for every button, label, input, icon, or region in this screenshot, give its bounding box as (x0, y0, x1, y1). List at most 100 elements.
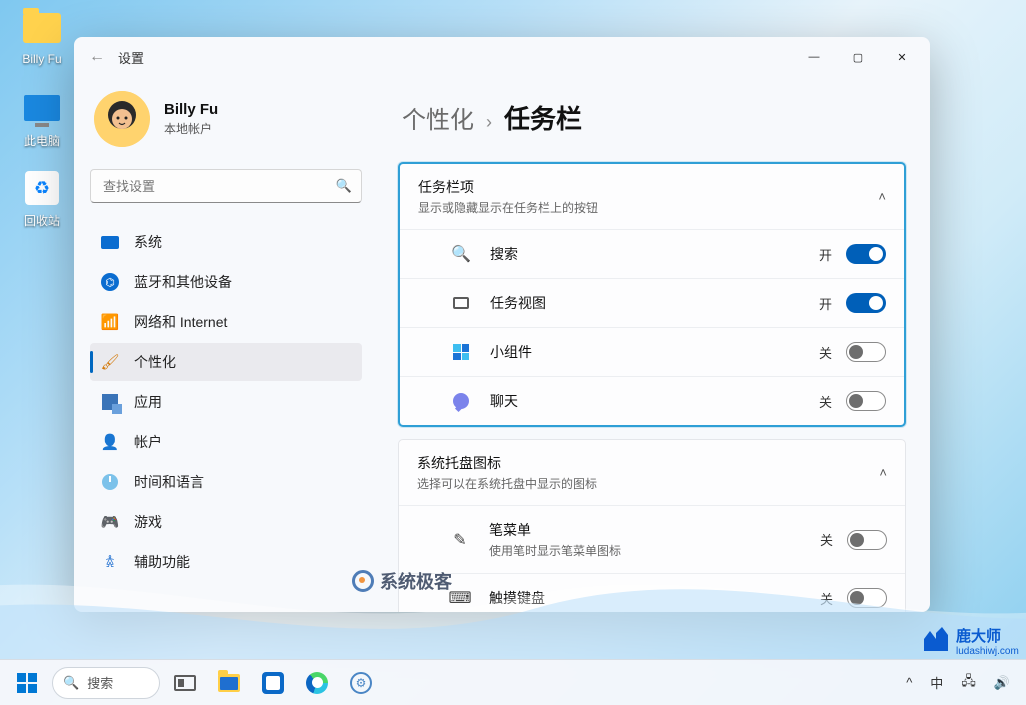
settings-window: ← 设置 — ▢ ✕ Billy Fu 本地帐户 🔍 系 (74, 37, 930, 612)
toggle-pen-menu[interactable] (847, 530, 887, 550)
sidebar-search: 🔍 (90, 169, 362, 203)
start-button[interactable] (8, 666, 46, 700)
store-icon (262, 672, 284, 694)
recycle-bin-icon: ♻ (22, 168, 62, 208)
tray-ime[interactable]: 中 (926, 669, 947, 696)
tray-volume-icon[interactable]: 🔊 (990, 671, 1014, 695)
maximize-button[interactable]: ▢ (836, 41, 880, 73)
close-button[interactable]: ✕ (880, 41, 924, 73)
bluetooth-icon: ⌬ (100, 272, 120, 292)
minimize-button[interactable]: — (792, 41, 836, 73)
nav-apps[interactable]: 应用 (90, 383, 362, 421)
tray-network-icon[interactable]: 🖧 (957, 668, 980, 698)
wifi-icon: 📶 (100, 312, 120, 332)
setting-touch-keyboard: ⌨ 触摸键盘 关 (399, 573, 905, 612)
nav-system[interactable]: 系统 (90, 223, 362, 261)
watermark-icon (352, 570, 374, 592)
system-tray: ^ 中 🖧 🔊 (902, 668, 1026, 698)
task-view-icon (450, 297, 472, 309)
profile-subtitle: 本地帐户 (164, 120, 218, 137)
section-desc: 选择可以在系统托盘中显示的图标 (417, 475, 597, 492)
desktop-icon-this-pc[interactable]: 此电脑 (12, 88, 72, 149)
section-header[interactable]: 系统托盘图标 选择可以在系统托盘中显示的图标 ˄ (399, 440, 905, 505)
pc-icon (22, 88, 62, 128)
watermark-brand-url: ludashiwj.com (956, 646, 1019, 657)
chat-icon (450, 393, 472, 409)
setting-search: 🔍 搜索 开 (400, 229, 904, 278)
nav-label: 网络和 Internet (134, 312, 227, 332)
nav-list: 系统 ⌬蓝牙和其他设备 📶 网络和 Internet 🖌 个性化 应用 👤 帐户 时间… (90, 223, 362, 581)
taskbar-settings[interactable]: ⚙ (342, 666, 380, 700)
chevron-up-icon: ˄ (878, 189, 886, 204)
desktop-icon-label: Billy Fu (12, 52, 72, 66)
desktop-icon-label: 回收站 (12, 212, 72, 229)
toggle-touch-keyboard[interactable] (847, 588, 887, 608)
nav-network[interactable]: 📶 网络和 Internet (90, 303, 362, 341)
chevron-right-icon: › (486, 112, 492, 133)
tray-overflow[interactable]: ^ (902, 671, 916, 694)
breadcrumb: 个性化 › 任务栏 (402, 99, 906, 136)
setting-label: 聊天 (490, 391, 518, 411)
setting-desc: 使用笔时显示笔菜单图标 (489, 542, 621, 559)
gamepad-icon: 🎮 (100, 512, 120, 532)
avatar (94, 91, 150, 147)
taskbar-store[interactable] (254, 666, 292, 700)
accessibility-icon: 𖠋 (100, 552, 120, 572)
brush-icon: 🖌 (100, 352, 120, 372)
windows-icon (17, 673, 37, 693)
section-taskbar-items: 任务栏项 显示或隐藏显示在任务栏上的按钮 ˄ 🔍 搜索 开 任务视图 (398, 162, 906, 427)
toggle-chat[interactable] (846, 391, 886, 411)
nav-label: 个性化 (134, 352, 176, 372)
taskbar-search-label: 搜索 (87, 673, 113, 692)
breadcrumb-parent[interactable]: 个性化 (402, 100, 474, 135)
nav-accounts[interactable]: 👤 帐户 (90, 423, 362, 461)
page-title: 任务栏 (504, 99, 582, 136)
taskbar-task-view[interactable] (166, 666, 204, 700)
toggle-task-view[interactable] (846, 293, 886, 313)
profile[interactable]: Billy Fu 本地帐户 (94, 91, 362, 147)
system-icon (100, 232, 120, 252)
nav-personalization[interactable]: 🖌 个性化 (90, 343, 362, 381)
chevron-up-icon: ˄ (879, 465, 887, 480)
setting-task-view: 任务视图 开 (400, 278, 904, 327)
taskbar-edge[interactable] (298, 666, 336, 700)
search-icon: 🔍 (63, 675, 79, 691)
pen-icon: ✎ (449, 530, 471, 550)
setting-pen-menu: ✎ 笔菜单 使用笔时显示笔菜单图标 关 (399, 505, 905, 573)
nav-label: 应用 (134, 392, 162, 412)
toggle-state-label: 开 (819, 294, 832, 313)
search-input[interactable] (90, 169, 362, 203)
section-desc: 显示或隐藏显示在任务栏上的按钮 (418, 199, 598, 216)
watermark-logo: 系统极客 (352, 568, 452, 594)
toggle-search[interactable] (846, 244, 886, 264)
person-icon: 👤 (100, 432, 120, 452)
section-header[interactable]: 任务栏项 显示或隐藏显示在任务栏上的按钮 ˄ (400, 164, 904, 229)
nav-label: 游戏 (134, 512, 162, 532)
setting-label: 搜索 (490, 244, 518, 264)
section-title: 系统托盘图标 (417, 453, 597, 473)
search-icon: 🔍 (450, 244, 472, 264)
back-button[interactable]: ← (80, 40, 114, 74)
nav-gaming[interactable]: 🎮 游戏 (90, 503, 362, 541)
desktop-icon-recycle-bin[interactable]: ♻ 回收站 (12, 168, 72, 229)
setting-label: 任务视图 (490, 293, 546, 313)
toggle-state-label: 关 (820, 530, 833, 549)
nav-label: 帐户 (134, 432, 162, 452)
keyboard-icon: ⌨ (449, 588, 471, 608)
nav-bluetooth[interactable]: ⌬蓝牙和其他设备 (90, 263, 362, 301)
taskbar-explorer[interactable] (210, 666, 248, 700)
taskbar-search[interactable]: 🔍 搜索 (52, 667, 160, 699)
gear-icon: ⚙ (350, 672, 372, 694)
setting-widgets: 小组件 关 (400, 327, 904, 376)
desktop-icon-user-folder[interactable]: Billy Fu (12, 8, 72, 66)
toggle-state-label: 开 (819, 245, 832, 264)
nav-accessibility[interactable]: 𖠋辅助功能 (90, 543, 362, 581)
toggle-state-label: 关 (820, 589, 833, 608)
desktop-icon-label: 此电脑 (12, 132, 72, 149)
watermark-brand: 鹿大师 ludashiwj.com (916, 621, 1026, 661)
toggle-widgets[interactable] (846, 342, 886, 362)
titlebar: ← 设置 — ▢ ✕ (74, 37, 930, 77)
setting-label: 小组件 (490, 342, 532, 362)
toggle-state-label: 关 (819, 392, 832, 411)
nav-time-language[interactable]: 时间和语言 (90, 463, 362, 501)
